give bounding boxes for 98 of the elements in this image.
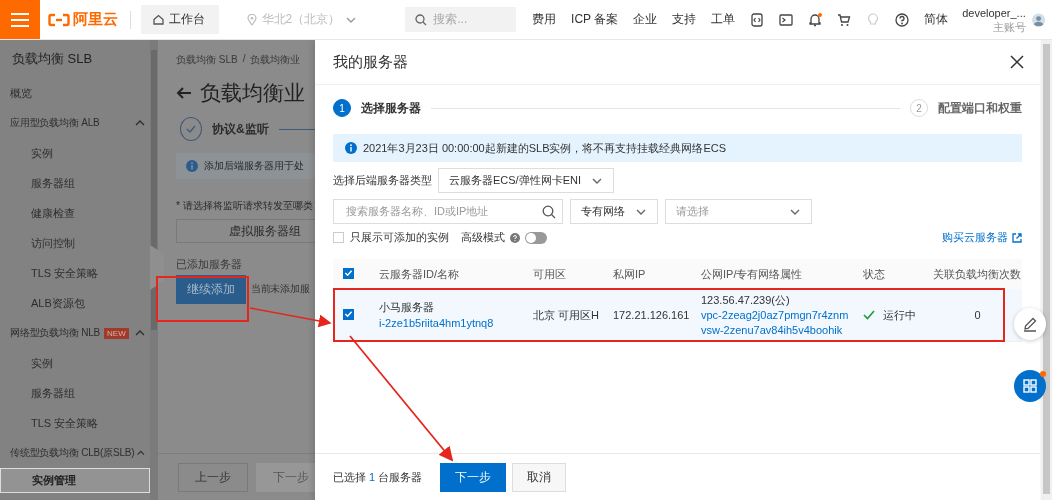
step-label: 协议&监听 <box>212 120 269 138</box>
code-icon[interactable] <box>750 12 765 27</box>
add-button[interactable]: 继续添加 <box>176 275 246 304</box>
column-header: 状态 <box>862 266 886 282</box>
info-text: 添加后端服务器用于处 <box>204 159 304 173</box>
step-label[interactable]: 配置端口和权重 <box>938 99 1022 117</box>
column-header: 可用区 <box>532 266 567 282</box>
nav-link[interactable]: 企业 <box>633 11 658 28</box>
nav-link[interactable]: 支持 <box>672 11 697 28</box>
language-link[interactable]: 简体 <box>924 11 949 28</box>
location-icon <box>246 13 257 26</box>
table-row[interactable]: 小马服务器 i-2ze1b5riita4hm1ytnq8 北京 可用区H 172.21.126.161 123.56.47.239(公) vpc-2zeag2j0az7pmgn7r4znm vsw-2zenu7av84ih5v4boohik 运行中 0 <box>333 289 1022 342</box>
sidebar-item[interactable]: 健康检查 <box>0 198 150 228</box>
workbench-button[interactable]: 工作台 <box>140 5 219 34</box>
help-icon[interactable] <box>510 232 520 243</box>
option-box[interactable]: 虚拟服务器组 <box>176 219 315 243</box>
account-type: 主账号 <box>992 19 1026 34</box>
sidebar-item[interactable]: 服务器组 <box>0 378 150 408</box>
section-label: 已添加服务器 <box>176 257 243 272</box>
step-number: 1 <box>333 99 351 117</box>
cancel-button[interactable]: 取消 <box>512 462 567 492</box>
table-cell-text: 小马服务器 <box>379 300 435 315</box>
brand-name: 阿里云 <box>73 10 118 29</box>
sidebar-item[interactable]: 实例 <box>0 138 150 168</box>
breadcrumb-separator: / <box>242 53 246 66</box>
info-icon <box>186 160 198 172</box>
server-type-select[interactable]: 云服务器ECS/弹性网卡ENI <box>438 168 614 193</box>
search-field[interactable]: 搜索... <box>405 7 517 32</box>
sidebar-item[interactable]: TLS 安全策略 <box>0 258 150 288</box>
empty-text: 当前未添加服 <box>251 283 310 296</box>
sidebar-item[interactable]: 服务器组 <box>0 168 150 198</box>
cart-icon[interactable] <box>837 12 852 27</box>
grid-icon <box>1023 379 1037 393</box>
column-header: 关联负载均衡次数 <box>932 266 1022 282</box>
vswitch-select[interactable]: 请选择 <box>665 199 812 224</box>
sidebar-item[interactable]: 应用型负载均衡 ALB <box>0 108 150 138</box>
field-label: 选择后端服务器类型 <box>333 173 432 188</box>
select-all-checkbox[interactable] <box>343 267 354 279</box>
breadcrumb-item[interactable]: 负载均衡业 <box>250 53 301 67</box>
search-icon <box>542 204 556 219</box>
checkbox-label: 只展示可添加的实例 <box>350 230 449 245</box>
notice-text: 2021年3月23日 00:00:00起新建的SLB实例，将不再支持挂载经典网络ECS <box>363 140 727 156</box>
advanced-mode-label: 高级模式 <box>461 230 505 245</box>
terminal-icon[interactable] <box>779 12 794 27</box>
toggle-switch[interactable] <box>525 231 547 244</box>
pencil-icon <box>1022 316 1038 332</box>
table-cell-text: 172.21.126.161 <box>612 309 691 321</box>
external-link-icon[interactable] <box>1012 232 1022 243</box>
step-button[interactable]: 上一步 <box>178 462 248 492</box>
sidebar-item[interactable]: 网络型负载均衡 NLB NEW <box>0 318 150 348</box>
column-header: 云服务器ID/名称 <box>378 266 461 282</box>
vpc-link[interactable]: vpc-2zeag2j0az7pmgn7r4znm <box>701 307 853 323</box>
sidebar-title: 负载均衡 SLB <box>11 50 94 68</box>
notification-dot <box>1040 371 1046 377</box>
sidebar-item[interactable]: 实例 <box>0 348 150 378</box>
step-number: 2 <box>910 99 928 117</box>
drawer-title: 我的服务器 <box>333 52 408 72</box>
sidebar-item[interactable]: 实例管理 <box>0 468 150 493</box>
sidebar-item[interactable]: 访问控制 <box>0 228 150 258</box>
menu-button[interactable] <box>0 0 40 39</box>
info-icon <box>345 142 357 154</box>
selection-summary: 已选择 1 台服务器 <box>333 469 423 485</box>
home-icon <box>152 14 164 25</box>
sidebar-item[interactable]: ALB资源包 <box>0 288 150 318</box>
page-title: 负载均衡业 <box>200 80 305 106</box>
region-selector[interactable]: 华北2（北京） <box>246 11 358 28</box>
table-cell-text: 北京 可用区H <box>532 307 600 323</box>
column-header: 公网IP/专有网络属性 <box>700 266 804 282</box>
bell-icon[interactable] <box>808 12 823 27</box>
column-header: 私网IP <box>612 266 647 282</box>
new-badge: NEW <box>104 327 129 339</box>
sidebar-item[interactable]: 概览 <box>0 78 150 108</box>
logo-icon <box>48 12 70 27</box>
breadcrumb-item[interactable]: 负载均衡 SLB <box>176 53 238 67</box>
network-select[interactable]: 专有网络 <box>570 199 658 224</box>
status-text: 运行中 <box>883 307 916 323</box>
table-cell-text: 0 <box>973 309 982 321</box>
buy-link[interactable]: 购买云服务器 <box>942 230 1008 245</box>
sidebar-item[interactable]: TLS 安全策略 <box>0 408 150 438</box>
user-name[interactable]: developer_... <box>962 5 1026 20</box>
form-prompt: * 请选择将监听请求转发至哪类 <box>176 199 314 213</box>
nav-link[interactable]: ICP 备案 <box>571 11 619 28</box>
menu-icon <box>11 12 29 27</box>
nav-link[interactable]: 工单 <box>711 11 736 28</box>
back-arrow-icon[interactable] <box>176 86 192 100</box>
nav-link[interactable]: 费用 <box>532 11 557 28</box>
check-icon <box>863 309 875 321</box>
search-field[interactable]: 搜索服务器名称、ID或IP地址 <box>333 199 563 224</box>
close-icon[interactable] <box>1010 55 1024 69</box>
search-icon <box>415 13 428 26</box>
next-button[interactable]: 下一步 <box>440 462 507 492</box>
sidebar-item[interactable]: 传统型负载均衡 CLB(原SLB) <box>0 438 150 468</box>
instance-id-link[interactable]: i-2ze1b5riita4hm1ytnq8 <box>379 315 523 331</box>
step-label[interactable]: 选择服务器 <box>361 99 421 117</box>
help-icon[interactable] <box>895 12 910 27</box>
checkbox[interactable] <box>343 308 354 320</box>
table-cell-text: 123.56.47.239(公) <box>701 292 791 308</box>
vswitch-link[interactable]: vsw-2zenu7av84ih5v4boohik <box>701 322 853 338</box>
